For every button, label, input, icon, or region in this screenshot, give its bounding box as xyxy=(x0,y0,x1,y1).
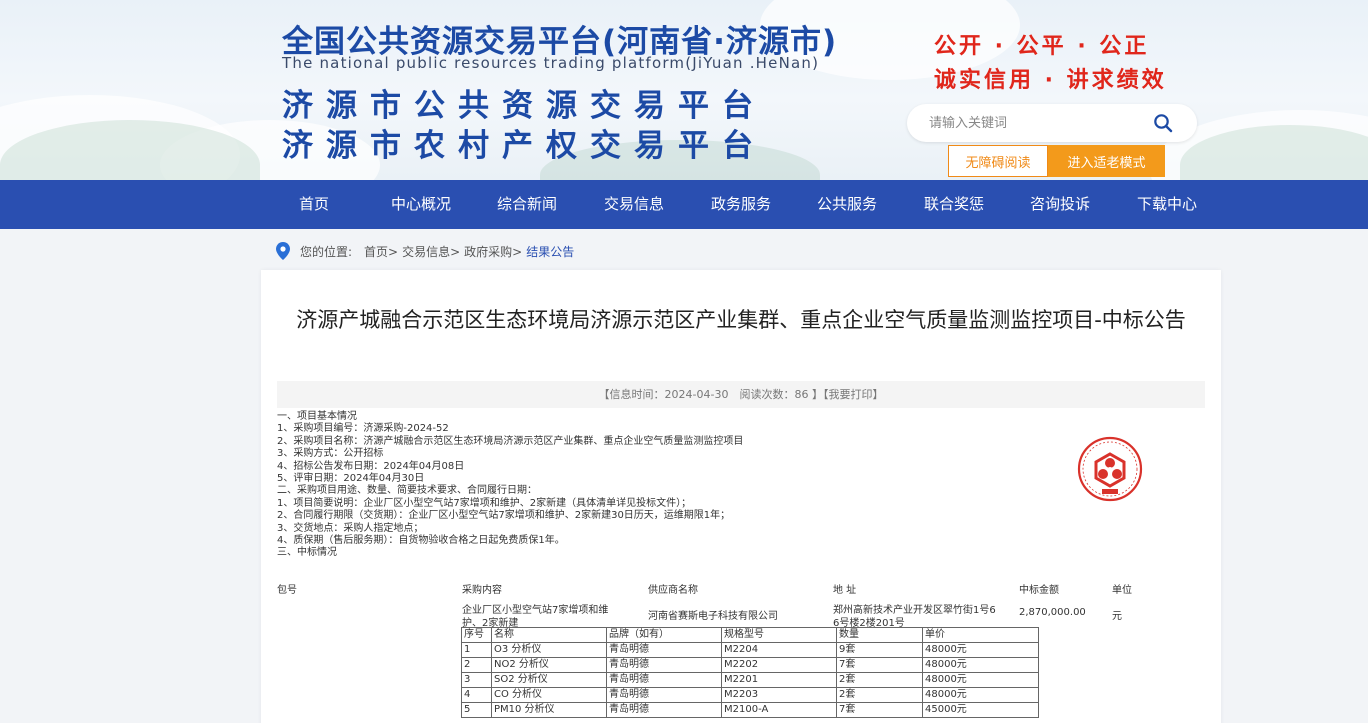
body-line: 4、质保期（售后服务期）：自货物验收合格之日起免费质保1年。 xyxy=(277,535,565,547)
body-line: 三、中标情况 xyxy=(277,547,337,559)
breadcrumb-trade-info[interactable]: 交易信息> xyxy=(402,243,460,260)
nav-item-public-service[interactable]: 公共服务 xyxy=(802,180,892,229)
body-line: 一、项目基本情况 xyxy=(277,411,357,422)
table-cell: 7套 xyxy=(836,702,923,718)
table-cell: O3 分析仪 xyxy=(491,642,607,658)
table-row: 4 CO 分析仪 青岛明德 M2203 2套 48000元 xyxy=(461,687,1039,703)
table-cell: 2套 xyxy=(836,672,923,688)
table-cell: 2 xyxy=(461,657,492,673)
breadcrumb-current: 结果公告 xyxy=(526,244,575,259)
table-row: 5 PM10 分析仪 青岛明德 M2100-A 7套 45000元 xyxy=(461,702,1039,718)
body-line: 1、项目简要说明：企业厂区小型空气站7家增项和维护、2家新建（具体清单详见投标文… xyxy=(277,497,692,509)
result-header-package: 包号 xyxy=(277,585,297,596)
body-line: 4、招标公告发布日期：2024年04月08日 xyxy=(277,460,465,472)
nav-item-gov-service[interactable]: 政务服务 xyxy=(696,180,786,229)
spec-table: 序号 名称 品牌（如有） 规格型号 数量 单价 1 O3 分析仪 青岛明德 M2… xyxy=(461,627,1039,718)
result-header-content: 采购内容 xyxy=(462,585,502,596)
accessibility-button[interactable]: 无障碍阅读 xyxy=(948,145,1048,177)
table-cell: 3 xyxy=(461,672,492,688)
table-cell: SO2 分析仪 xyxy=(491,672,607,688)
breadcrumb: 您的位置: 首页> 交易信息> 政府采购> 结果公告 xyxy=(276,242,578,260)
table-cell: 青岛明德 xyxy=(606,672,722,688)
table-cell: 9套 xyxy=(836,642,923,658)
table-cell: M2202 xyxy=(721,657,837,673)
site-subtitle-2: 济源市农村产权交易平台 xyxy=(282,128,766,164)
breadcrumb-prefix: 您的位置: xyxy=(300,244,353,259)
table-cell: 48000元 xyxy=(922,657,1039,673)
article-meta: 【信息时间：2024-04-30 阅读次数：86 】【我要打印】 xyxy=(277,381,1205,408)
result-header-unit: 单位 xyxy=(1112,585,1132,596)
body-line: 5、评审日期：2024年04月30日 xyxy=(277,473,425,485)
table-cell: M2204 xyxy=(721,642,837,658)
table-cell: NO2 分析仪 xyxy=(491,657,607,673)
nav-item-home[interactable]: 首页 xyxy=(269,180,359,229)
main-nav: 首页 中心概况 综合新闻 交易信息 政务服务 公共服务 联合奖惩 咨询投诉 下载… xyxy=(0,180,1368,229)
slogan-2: 诚实信用 · 讲求绩效 xyxy=(934,68,1167,93)
breadcrumb-gov-procurement[interactable]: 政府采购> xyxy=(464,243,522,260)
site-subtitle-1: 济源市公共资源交易平台 xyxy=(282,88,766,124)
result-amount: 2,870,000.00 xyxy=(1019,607,1086,618)
article-title: 济源产城融合示范区生态环境局济源示范区产业集群、重点企业空气质量监测监控项目-中… xyxy=(296,308,1186,332)
nav-item-joint-rewards[interactable]: 联合奖惩 xyxy=(909,180,999,229)
location-pin-icon xyxy=(276,242,290,260)
official-seal-icon xyxy=(1077,436,1143,502)
table-cell: M2100-A xyxy=(721,702,837,718)
search-box xyxy=(907,104,1197,142)
body-line: 3、交货地点：采购人指定地点； xyxy=(277,522,424,534)
table-cell: 48000元 xyxy=(922,672,1039,688)
table-row: 1 O3 分析仪 青岛明德 M2204 9套 48000元 xyxy=(461,642,1039,658)
site-title-english: The national public resources trading pl… xyxy=(282,54,820,72)
table-header-cell: 序号 xyxy=(461,627,492,643)
table-cell: 2套 xyxy=(836,687,923,703)
table-row: 2 NO2 分析仪 青岛明德 M2202 7套 48000元 xyxy=(461,657,1039,673)
result-header-supplier: 供应商名称 xyxy=(648,585,698,596)
table-cell: M2201 xyxy=(721,672,837,688)
table-row: 3 SO2 分析仪 青岛明德 M2201 2套 48000元 xyxy=(461,672,1039,688)
body-line: 3、采购方式：公开招标 xyxy=(277,448,384,460)
elder-mode-button[interactable]: 进入适老模式 xyxy=(1048,145,1165,177)
body-line: 2、合同履行期限（交货期）：企业厂区小型空气站7家增项和维护、2家新建30日历天… xyxy=(277,510,731,522)
table-header-cell: 规格型号 xyxy=(721,627,837,643)
nav-item-downloads[interactable]: 下载中心 xyxy=(1122,180,1212,229)
search-icon[interactable] xyxy=(1153,113,1173,133)
table-cell: 45000元 xyxy=(922,702,1039,718)
nav-item-complaints[interactable]: 咨询投诉 xyxy=(1015,180,1105,229)
result-supplier: 河南省赛斯电子科技有限公司 xyxy=(648,611,778,622)
nav-item-about[interactable]: 中心概况 xyxy=(376,180,466,229)
table-cell: 4 xyxy=(461,687,492,703)
result-unit: 元 xyxy=(1112,611,1122,622)
table-cell: 1 xyxy=(461,642,492,658)
table-cell: 5 xyxy=(461,702,492,718)
breadcrumb-home[interactable]: 首页> xyxy=(364,243,398,260)
table-cell: 48000元 xyxy=(922,642,1039,658)
table-cell: M2203 xyxy=(721,687,837,703)
nav-item-trade-info[interactable]: 交易信息 xyxy=(589,180,679,229)
table-cell: 青岛明德 xyxy=(606,642,722,658)
table-header-cell: 名称 xyxy=(491,627,607,643)
site-header: 全国公共资源交易平台(河南省·济源市) The national public … xyxy=(0,0,1368,180)
nav-item-news[interactable]: 综合新闻 xyxy=(482,180,572,229)
body-line: 2、采购项目名称：济源产城融合示范区生态环境局济源示范区产业集群、重点企业空气质… xyxy=(277,435,744,447)
search-input[interactable] xyxy=(929,113,1149,133)
table-cell: 青岛明德 xyxy=(606,702,722,718)
table-cell: 青岛明德 xyxy=(606,657,722,673)
body-line: 1、采购项目编号：济源采购-2024-52 xyxy=(277,423,449,435)
result-header-address: 地 址 xyxy=(833,585,857,596)
table-cell: PM10 分析仪 xyxy=(491,702,607,718)
table-cell: 48000元 xyxy=(922,687,1039,703)
table-cell: CO 分析仪 xyxy=(491,687,607,703)
result-header-amount: 中标金额 xyxy=(1019,585,1059,596)
table-header-cell: 单价 xyxy=(922,627,1039,643)
table-header-cell: 数量 xyxy=(836,627,923,643)
slogan-1: 公开 · 公平 · 公正 xyxy=(934,34,1150,59)
table-cell: 青岛明德 xyxy=(606,687,722,703)
article-body: 一、项目基本情况 1、采购项目编号：济源采购-2024-52 2、采购项目名称：… xyxy=(277,411,743,560)
body-line: 二、采购项目用途、数量、简要技术要求、合同履行日期： xyxy=(277,485,537,497)
table-header-row: 序号 名称 品牌（如有） 规格型号 数量 单价 xyxy=(461,627,1039,643)
table-header-cell: 品牌（如有） xyxy=(606,627,722,643)
table-cell: 7套 xyxy=(836,657,923,673)
